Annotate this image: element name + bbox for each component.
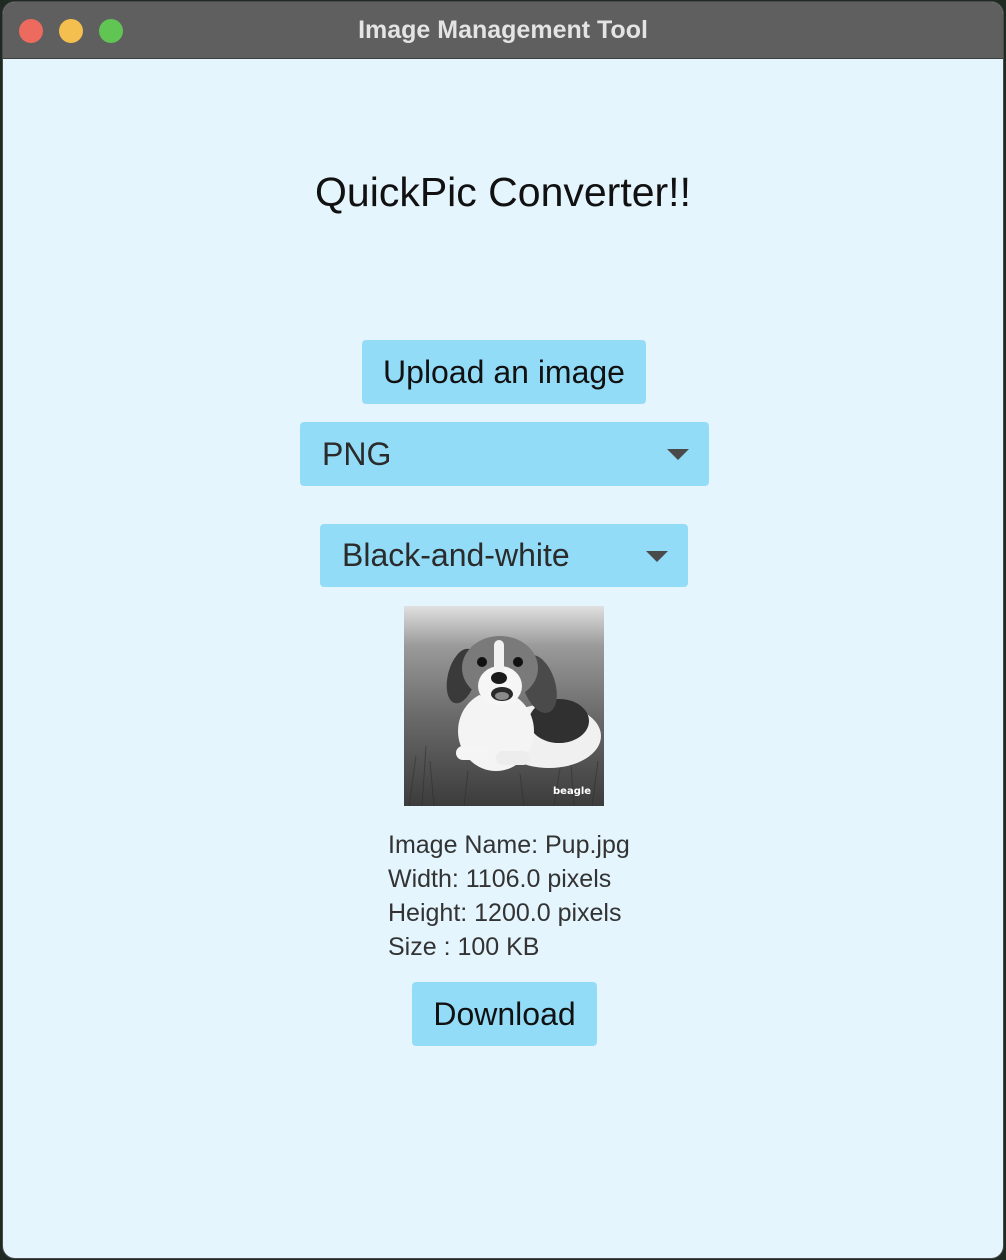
page-title: QuickPic Converter!!: [315, 169, 691, 215]
filter-dropdown-value: Black-and-white: [342, 537, 570, 573]
window-title: Image Management Tool: [358, 16, 648, 44]
chevron-down-icon: [646, 551, 668, 562]
image-preview: beagle: [404, 606, 604, 806]
download-button[interactable]: Download: [412, 982, 597, 1046]
image-name-text: Image Name: Pup.jpg: [388, 831, 630, 859]
chevron-down-icon: [667, 449, 689, 460]
image-info: Image Name: Pup.jpg Width: 1106.0 pixels…: [388, 828, 630, 964]
format-dropdown-value: PNG: [322, 436, 392, 472]
image-width-text: Width: 1106.0 pixels: [388, 865, 612, 893]
format-dropdown[interactable]: PNG: [300, 422, 709, 486]
upload-image-button[interactable]: Upload an image: [362, 340, 646, 404]
filter-dropdown[interactable]: Black-and-white: [320, 524, 688, 587]
preview-watermark: beagle: [553, 786, 591, 797]
main-content: QuickPic Converter!! Upload an image PNG…: [3, 59, 1003, 1258]
app-window: Image Management Tool QuickPic Converter…: [3, 2, 1003, 1258]
beagle-photo: beagle: [404, 606, 604, 806]
title-bar[interactable]: Image Management Tool: [3, 2, 1003, 59]
image-size-text: Size : 100 KB: [388, 933, 540, 961]
image-height-text: Height: 1200.0 pixels: [388, 899, 622, 927]
